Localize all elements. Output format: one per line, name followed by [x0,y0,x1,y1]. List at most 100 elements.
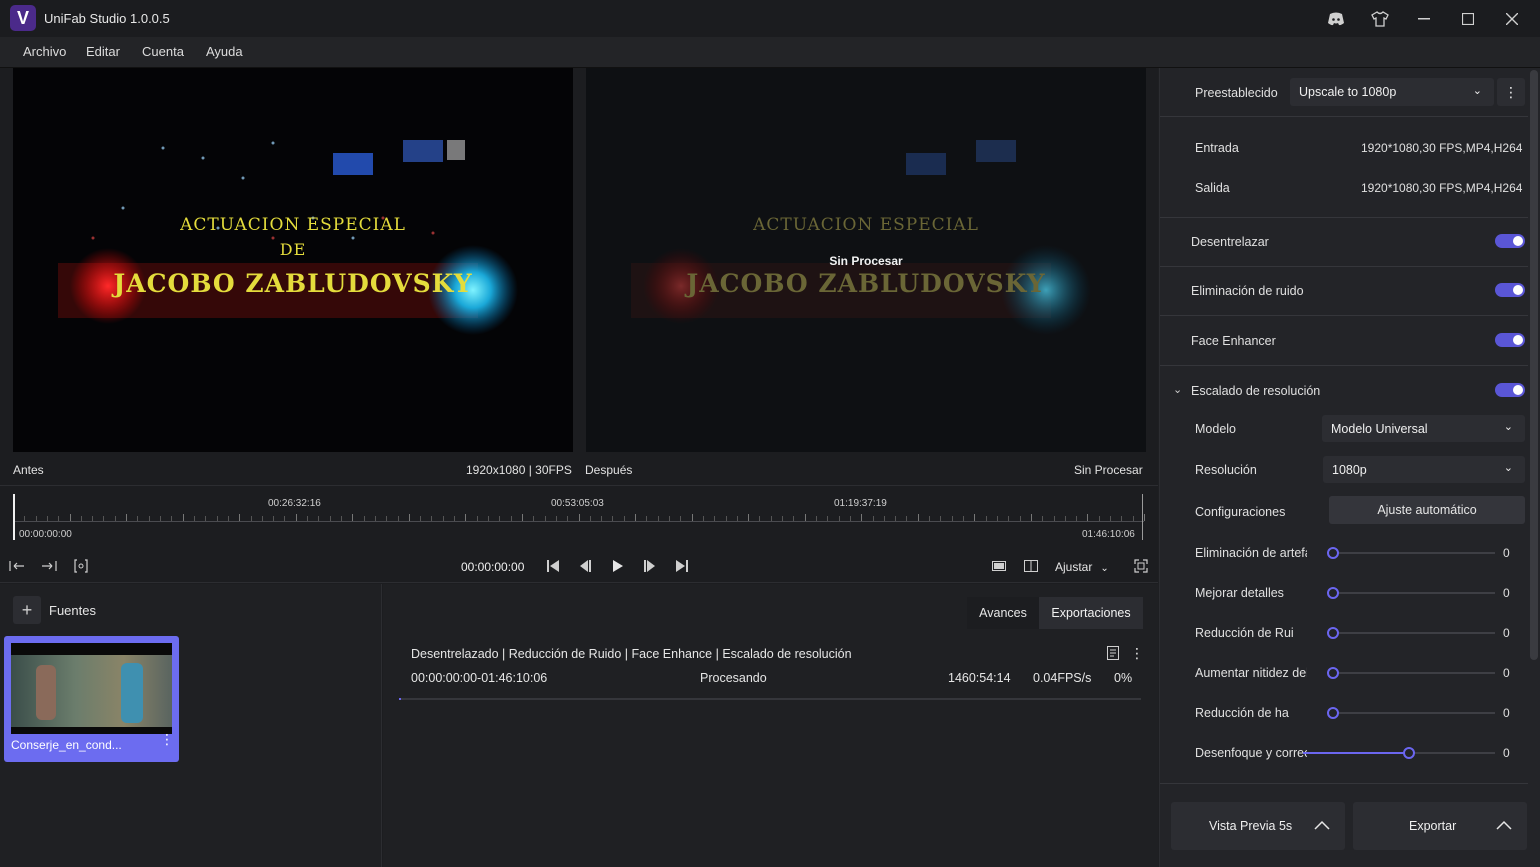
slider-knob[interactable] [1327,547,1339,559]
timeline-tick [985,516,987,521]
preview-5s-label: Vista Previa 5s [1209,819,1293,833]
timeline-tick [160,516,162,521]
menu-archivo[interactable]: Archivo [23,44,66,59]
playhead[interactable] [13,494,15,540]
timeline-track[interactable] [13,521,1144,522]
menu-cuenta[interactable]: Cuenta [142,44,184,59]
chevron-down-icon[interactable]: ⌄ [1173,383,1182,396]
timeline-tick [1064,516,1066,521]
auto-adjust-button[interactable]: Ajuste automático [1329,496,1525,524]
slider-knob[interactable] [1327,627,1339,639]
timeline-tick [748,514,750,521]
timeline-tick [714,516,716,521]
slider-knob[interactable] [1327,667,1339,679]
timeline-mark-1: 00:26:32:16 [268,498,321,509]
timeline-tick [816,516,817,521]
preset-select[interactable]: Upscale to 1080p ⌄ [1290,78,1494,106]
timeline-tick [589,516,591,521]
trim-in-icon[interactable] [8,557,26,575]
timeline-tick [827,516,829,521]
log-icon[interactable] [1107,646,1121,660]
timeline-tick [1121,516,1123,521]
timeline-tick [499,516,501,521]
slider-track[interactable] [1333,632,1495,634]
play-icon[interactable] [610,558,626,574]
menu-editar[interactable]: Editar [86,44,120,59]
timeline-tick [1030,514,1032,521]
tab-exportaciones[interactable]: Exportaciones [1039,597,1143,629]
model-select[interactable]: Modelo Universal ⌄ [1322,415,1525,442]
crop-icon[interactable] [72,557,90,575]
slider-fill [1303,752,1409,754]
slider-knob[interactable] [1327,587,1339,599]
split-view-icon[interactable] [1022,558,1040,574]
preset-more-icon[interactable]: ⋮ [1497,78,1525,106]
fit-dropdown[interactable]: Ajustar ⌄ [1055,560,1109,574]
caption-line-1: ACTUACION ESPECIAL [180,215,406,235]
single-view-icon[interactable] [990,558,1008,574]
add-source-button[interactable]: + [13,596,41,624]
current-time: 00:00:00:00 [461,560,525,574]
denoise-toggle[interactable] [1495,283,1525,297]
timeline-tick [861,514,863,521]
timeline-tick [1132,516,1134,521]
timeline-tick [974,514,976,521]
timeline-tick [635,514,637,521]
timeline-tick [103,516,105,521]
export-button[interactable]: Exportar [1353,802,1527,850]
output-value: 1920*1080,30 FPS,MP4,H264 [1361,181,1523,195]
upscale-toggle[interactable] [1495,383,1525,397]
timeline-tick [465,514,467,521]
slider-track[interactable] [1333,552,1495,554]
face-enhancer-toggle[interactable] [1495,333,1525,347]
slider-knob[interactable] [1327,707,1339,719]
close-icon[interactable] [1490,0,1534,37]
skip-to-start-icon[interactable] [545,558,561,574]
source-item[interactable]: Conserje_en_cond... ⋮ [4,636,179,762]
settings-scrollbar[interactable] [1530,70,1538,660]
upscale-label: Escalado de resolución [1191,384,1321,398]
maximize-icon[interactable] [1446,0,1490,37]
timeline-tick [872,516,874,521]
timeline-tick [261,516,263,521]
caption-line-3: JACOBO ZABLUDOVSKY [113,269,473,298]
menu-ayuda[interactable]: Ayuda [206,44,243,59]
denoise-label: Eliminación de ruido [1191,284,1304,298]
timeline-mark-2: 00:53:05:03 [551,498,604,509]
after-preview: ACTUACION ESPECIAL JACOBO ZABLUDOVSKY Si… [586,68,1146,452]
timeline-tick [137,516,139,521]
resolution-info: 1920x1080 | 30FPS [466,463,572,477]
timeline-tick [849,516,851,521]
slider-track[interactable] [1333,592,1495,594]
source-name: Conserje_en_cond... [11,738,122,752]
cut-icon[interactable] [40,557,58,575]
deinterlace-toggle[interactable] [1495,234,1525,248]
slider-value: 0 [1503,666,1510,680]
source-menu-icon[interactable]: ⋮ [160,732,174,746]
slider-track[interactable] [1333,672,1495,674]
timeline-tick [555,516,557,521]
app-logo: V [10,5,36,31]
discord-icon[interactable] [1314,0,1358,37]
after-caption-line-1: ACTUACION ESPECIAL [753,215,979,235]
fit-label: Ajustar [1055,560,1093,574]
slider-track[interactable] [1333,712,1495,714]
slider-knob[interactable] [1402,747,1415,759]
skin-shirt-icon[interactable] [1358,0,1402,37]
job-menu-icon[interactable]: ⋮ [1130,645,1144,662]
preview-5s-button[interactable]: Vista Previa 5s [1171,802,1345,850]
skip-to-end-icon[interactable] [674,558,690,574]
fullscreen-icon[interactable] [1132,558,1150,574]
resolution-select[interactable]: 1080p ⌄ [1323,456,1525,483]
tab-avances[interactable]: Avances [967,597,1039,629]
timeline-tick [1053,516,1055,521]
timeline-tick [1008,516,1010,521]
timeline-tick [883,516,885,521]
minimize-icon[interactable] [1402,0,1446,37]
timeline-tick [193,516,195,521]
slider-label: Mejorar detalles [1195,586,1284,600]
prev-frame-icon[interactable] [577,558,593,574]
timeline-tick [1087,514,1089,521]
next-frame-icon[interactable] [642,558,658,574]
slider-value: 0 [1503,746,1510,760]
